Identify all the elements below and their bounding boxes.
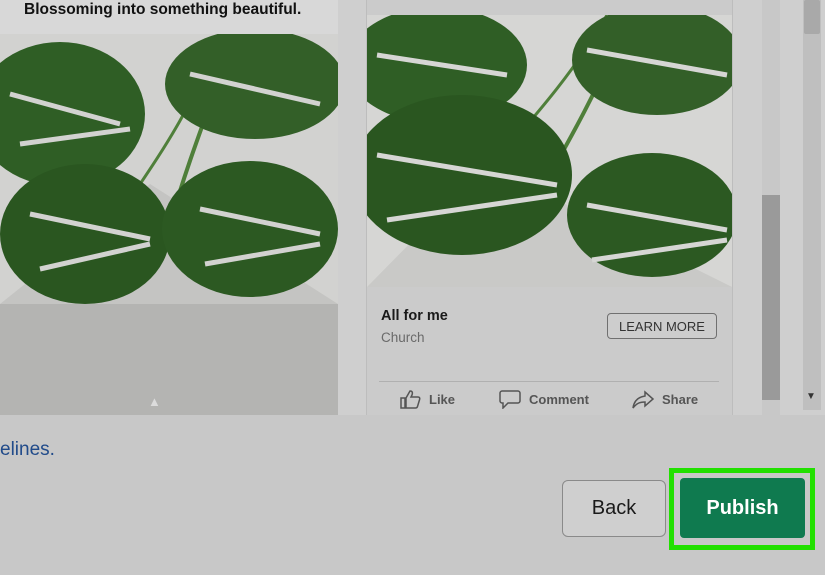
preview-caption-bar: Blossoming into something beautiful.	[0, 0, 338, 34]
scroll-down-arrow-icon[interactable]: ▼	[806, 391, 816, 402]
share-icon	[632, 390, 654, 409]
card-title: All for me	[381, 308, 448, 324]
comment-icon	[499, 390, 521, 409]
card-subtitle: Church	[381, 330, 425, 345]
page-scrollbar-track[interactable]	[803, 0, 821, 410]
ad-card-preview: All for me Church LEARN MORE Like Commen…	[366, 0, 733, 415]
like-label: Like	[429, 391, 456, 407]
back-button[interactable]: Back	[562, 480, 666, 537]
comment-action[interactable]: Comment	[499, 389, 589, 409]
chevron-up-icon[interactable]: ▲	[148, 394, 161, 409]
share-action[interactable]: Share	[632, 389, 698, 409]
card-scrollbar-thumb[interactable]	[762, 195, 780, 400]
page-scrollbar-thumb[interactable]	[804, 0, 820, 34]
like-action[interactable]: Like	[399, 389, 455, 409]
publish-button[interactable]: Publish	[680, 478, 805, 538]
guidelines-link[interactable]: elines.	[0, 439, 55, 461]
thumbs-up-icon	[400, 390, 421, 409]
comment-label: Comment	[529, 391, 589, 407]
ad-preview-area: Blossoming into something beautiful. ▲ A…	[0, 0, 825, 415]
card-body: All for me Church LEARN MORE Like Commen…	[367, 287, 732, 415]
card-caption-clipped	[377, 0, 380, 6]
feed-preview-panel: Blossoming into something beautiful. ▲	[0, 0, 338, 415]
footer-bar: elines. Back Publish	[0, 415, 825, 575]
share-label: Share	[662, 391, 699, 407]
action-divider	[379, 381, 719, 382]
card-monstera-image	[367, 15, 732, 287]
preview-caption: Blossoming into something beautiful.	[24, 1, 302, 18]
monstera-image	[0, 34, 338, 304]
learn-more-button[interactable]: LEARN MORE	[607, 313, 717, 339]
